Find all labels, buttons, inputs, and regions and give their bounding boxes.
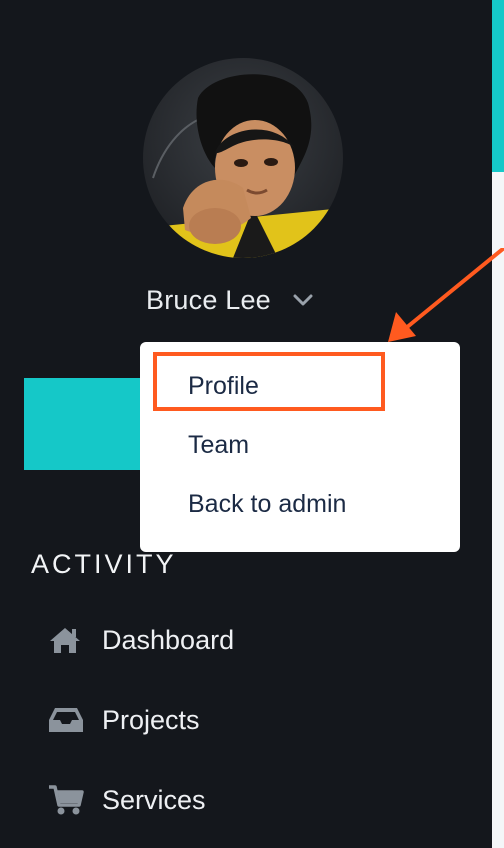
nav-item-projects[interactable]: Projects — [48, 698, 200, 742]
avatar-photo — [143, 58, 343, 258]
menu-item-team[interactable]: Team — [188, 431, 249, 460]
chevron-down-icon — [293, 294, 313, 306]
annotation-arrow-icon — [388, 248, 504, 342]
nav-item-dashboard[interactable]: Dashboard — [48, 618, 234, 662]
user-dropdown-menu: Profile Team Back to admin — [140, 342, 460, 552]
nav-item-services[interactable]: Services — [48, 778, 206, 822]
nav-label-dashboard: Dashboard — [102, 624, 235, 655]
menu-item-profile[interactable]: Profile — [188, 372, 259, 401]
nav-label-services: Services — [102, 784, 206, 815]
accent-block — [24, 378, 152, 470]
menu-item-back-to-admin[interactable]: Back to admin — [188, 490, 346, 519]
user-menu-toggle[interactable]: Bruce Lee — [146, 280, 313, 320]
home-icon — [48, 623, 88, 657]
sidebar: Bruce Lee Profile Team Back to admin ACT… — [0, 0, 504, 848]
user-name: Bruce Lee — [146, 284, 271, 315]
cart-icon — [48, 783, 88, 817]
avatar[interactable] — [143, 58, 343, 258]
main-content-accent — [492, 0, 504, 172]
activity-section-title: ACTIVITY — [31, 549, 177, 579]
nav-label-projects: Projects — [102, 704, 200, 735]
inbox-icon — [48, 703, 88, 737]
